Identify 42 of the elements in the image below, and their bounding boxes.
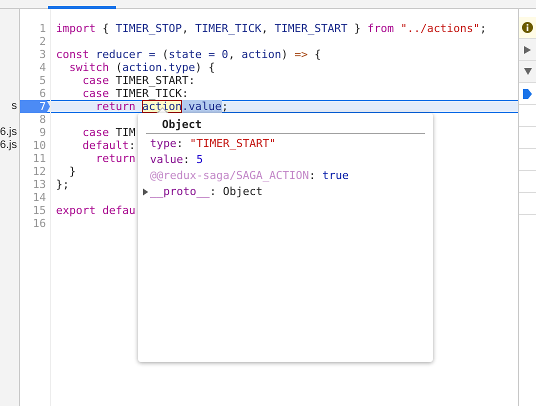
info-icon [522,22,533,33]
code-line: return [94,152,136,165]
code-line: default: [81,139,136,152]
line-number[interactable]: 14 [20,191,50,204]
file-name[interactable]: 6.js [0,139,17,152]
line-number[interactable]: 9 [20,126,50,139]
code-line: } [68,165,76,178]
code-line: switch (action.type) { [68,61,215,74]
property-entry: type: "TIMER_START" [150,136,276,152]
code-line: return action.value; [94,100,228,113]
line-number[interactable]: 15 [20,204,50,217]
line-number[interactable]: 6 [20,87,50,100]
current-frame-arrow-icon [523,88,532,98]
expand-triangle-icon[interactable] [143,188,150,196]
code-line: }; [56,178,70,191]
file-name[interactable]: s [12,100,17,113]
line-number[interactable]: 16 [20,217,50,230]
line-number[interactable]: 13 [20,178,50,191]
line-number[interactable]: 5 [20,74,50,87]
code-line: const reducer = (state = 0, action) => { [56,48,321,61]
expand-triangle-icon[interactable] [524,68,532,75]
line-number[interactable]: 1 [20,22,50,35]
code-line: import { TIMER_STOP, TIMER_TICK, TIMER_START } from "../actions"; [56,22,487,35]
line-number[interactable]: 4 [20,61,50,74]
line-number[interactable]: 2 [20,35,50,48]
current-line-number[interactable]: 7 [20,100,50,113]
code-line: export defau [56,204,136,217]
file-name[interactable]: 6.js [0,126,17,139]
active-tab-indicator [48,6,116,9]
line-number[interactable]: 11 [20,152,50,165]
property-entry: @@redux-saga/SAGA_ACTION: true [150,168,349,184]
line-number[interactable]: 3 [20,48,50,61]
code-line: case TIMER_START: [81,74,196,87]
code-line: case TIMER_TICK: [81,87,188,100]
line-number[interactable]: 12 [20,165,50,178]
property-entry: __proto__: Object [150,184,263,200]
play-triangle-icon[interactable] [524,46,531,54]
line-number[interactable]: 8 [20,113,50,126]
popover-title: Object [146,117,425,134]
line-number[interactable]: 10 [20,139,50,152]
code-line: case TIM [81,126,136,139]
property-entry: value: 5 [150,152,203,168]
